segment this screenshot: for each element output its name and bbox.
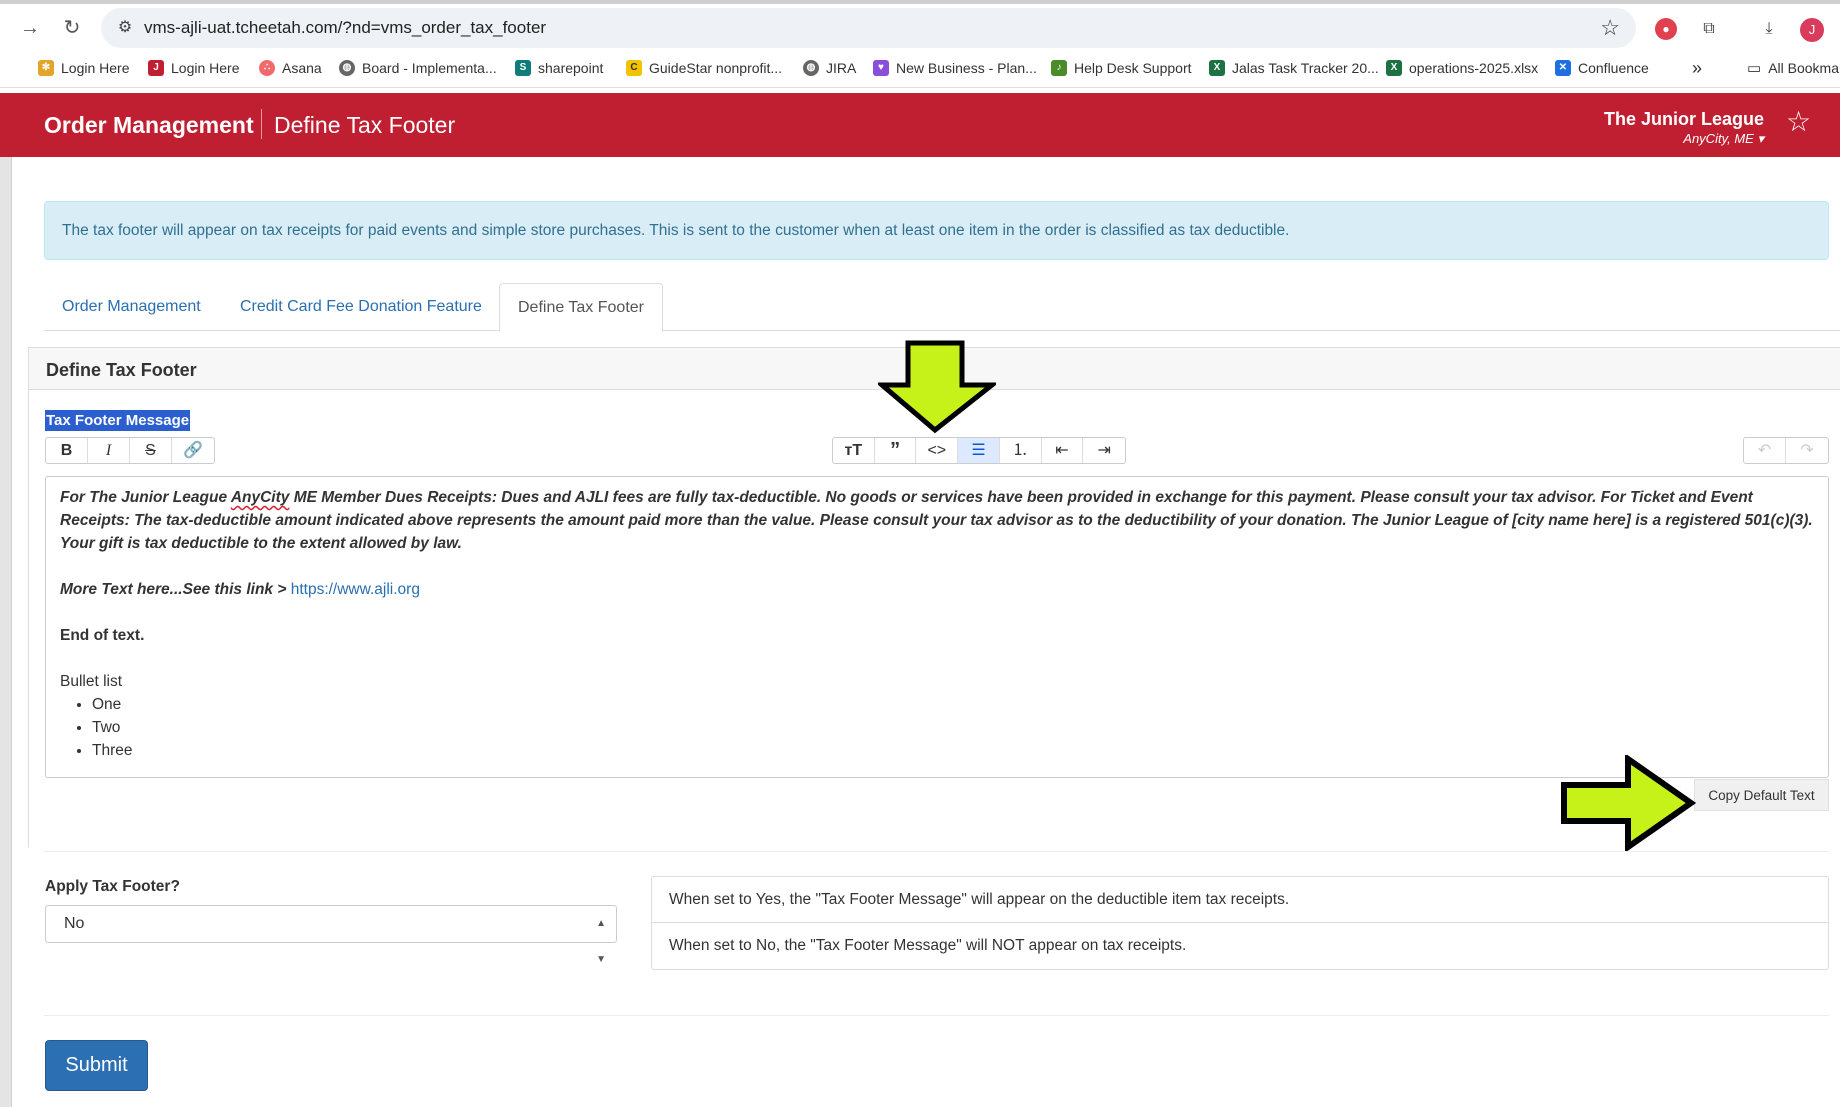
apply-help-list: When set to Yes, the "Tax Footer Message… bbox=[651, 876, 1829, 970]
app-header: Order Management Define Tax Footer The J… bbox=[0, 93, 1840, 157]
org-name[interactable]: The Junior League bbox=[1604, 109, 1764, 130]
bookmark-item[interactable]: ✻ Login Here bbox=[38, 58, 130, 78]
code-button[interactable]: <> bbox=[916, 438, 959, 463]
tab-bar: Order Management Credit Card Fee Donatio… bbox=[44, 283, 1840, 332]
link-button[interactable]: 🔗 bbox=[172, 438, 214, 463]
list-item: One bbox=[92, 693, 1814, 716]
bookmark-item[interactable]: ∴ Asana bbox=[259, 58, 322, 78]
section-divider bbox=[44, 851, 1829, 852]
app-title[interactable]: Order Management bbox=[44, 112, 254, 139]
list-item: Three bbox=[92, 739, 1814, 762]
misspelled-word: AnyCity bbox=[230, 489, 290, 506]
list-item: Two bbox=[92, 716, 1814, 739]
guidestar-icon: C bbox=[626, 60, 642, 76]
heart-icon: ♥ bbox=[873, 60, 889, 76]
tax-footer-message-label: Tax Footer Message bbox=[45, 410, 191, 431]
globe-icon: ◍ bbox=[339, 60, 355, 76]
bold-button[interactable]: B bbox=[46, 438, 88, 463]
helpdesk-icon: ♪ bbox=[1051, 60, 1067, 76]
bookmarks-bar: ✻ Login Here J Login Here ∴ Asana ◍ Board - … bbox=[0, 48, 1840, 88]
bookmark-item[interactable]: ♪ Help Desk Support bbox=[1051, 58, 1192, 78]
strikethrough-button[interactable]: S bbox=[130, 438, 172, 463]
help-yes-text: When set to Yes, the "Tax Footer Message… bbox=[652, 877, 1828, 923]
more-bookmarks-icon[interactable]: » bbox=[1692, 58, 1702, 78]
bookmark-item[interactable]: ◍ Board - Implementa... bbox=[339, 58, 497, 78]
page-title: Define Tax Footer bbox=[274, 112, 456, 138]
bookmark-item[interactable]: ♥ New Business - Plan... bbox=[873, 58, 1037, 78]
copy-default-text-button[interactable]: Copy Default Text bbox=[1694, 779, 1829, 811]
bookmark-star-icon[interactable]: ☆ bbox=[1600, 15, 1620, 41]
panel-title: Define Tax Footer bbox=[46, 360, 197, 380]
apply-tax-footer-select[interactable]: No ▲ ▼ bbox=[45, 905, 617, 965]
text-format-toolbar: B I S 🔗 bbox=[45, 437, 215, 464]
download-icon[interactable]: ⤓ bbox=[1758, 18, 1780, 40]
sharepoint-icon: S bbox=[515, 60, 531, 76]
extension-icon[interactable]: ● bbox=[1655, 18, 1677, 40]
editor-link[interactable]: https://www.ajli.org bbox=[291, 581, 420, 598]
submit-button[interactable]: Submit bbox=[45, 1040, 148, 1091]
reload-icon[interactable]: ↻ bbox=[60, 16, 84, 40]
bullet-list-button[interactable]: ☰ bbox=[958, 438, 1000, 463]
editor-list-title: Bullet list bbox=[60, 673, 123, 690]
caret-down-icon: ▾ bbox=[1757, 131, 1764, 146]
editor-paragraph: End of text. bbox=[60, 627, 145, 644]
bookmark-folder[interactable]: ▭All Bookmarks bbox=[1747, 58, 1840, 78]
tab-order-management[interactable]: Order Management bbox=[44, 283, 219, 331]
numbered-list-button[interactable]: ⒈ bbox=[1000, 438, 1042, 463]
bookmark-item[interactable]: J Login Here bbox=[148, 58, 240, 78]
left-sidebar-edge bbox=[0, 157, 12, 1107]
info-alert: The tax footer will appear on tax receip… bbox=[44, 201, 1829, 260]
redo-button[interactable]: ↷ bbox=[1786, 438, 1828, 463]
editor-paragraph: More Text here...See this link > https:/… bbox=[60, 581, 420, 598]
tax-footer-editor[interactable]: For The Junior League AnyCity ME Member … bbox=[45, 476, 1829, 778]
history-toolbar: ↶ ↷ bbox=[1743, 437, 1829, 464]
editor-bullet-list: One Two Three bbox=[60, 693, 1814, 762]
heading-button[interactable]: ᴛT bbox=[833, 438, 875, 463]
bookmark-item[interactable]: Xoperations-2025.xlsx bbox=[1386, 58, 1538, 78]
profile-avatar[interactable]: J bbox=[1800, 18, 1824, 42]
section-divider bbox=[44, 1015, 1829, 1016]
annotation-arrow-down-icon bbox=[878, 340, 996, 434]
italic-button[interactable]: I bbox=[88, 438, 130, 463]
bookmark-item[interactable]: ◍ JIRA bbox=[803, 58, 856, 78]
site-info-icon[interactable]: ⚙ bbox=[114, 17, 136, 39]
org-city-dropdown[interactable]: AnyCity, ME ▾ bbox=[1683, 131, 1764, 147]
help-no-text: When set to No, the "Tax Footer Message"… bbox=[669, 937, 1187, 954]
tab-define-tax-footer[interactable]: Define Tax Footer bbox=[499, 283, 663, 332]
extensions-puzzle-icon[interactable]: ⧉ bbox=[1698, 18, 1720, 40]
bookmark-item[interactable]: X Jalas Task Tracker 20... bbox=[1209, 58, 1379, 78]
bookmark-item[interactable]: C GuideStar nonprofit... bbox=[626, 58, 782, 78]
outdent-button[interactable]: ⇤ bbox=[1042, 438, 1084, 463]
asana-icon: ∴ bbox=[259, 60, 275, 76]
paw-icon: ✻ bbox=[38, 60, 54, 76]
quote-button[interactable]: ” bbox=[875, 438, 917, 463]
tab-credit-card-fee-donation[interactable]: Credit Card Fee Donation Feature bbox=[222, 283, 500, 331]
excel-icon: X bbox=[1209, 60, 1225, 76]
bookmark-item[interactable]: Ssharepoint bbox=[515, 58, 603, 78]
address-bar[interactable]: ⚙ vms-ajli-uat.tcheetah.com/?nd=vms_orde… bbox=[101, 8, 1636, 48]
bookmark-item[interactable]: ✕ Confluence bbox=[1555, 58, 1649, 78]
url-text[interactable]: vms-ajli-uat.tcheetah.com/?nd=vms_order_… bbox=[144, 18, 546, 38]
forward-icon[interactable]: → bbox=[18, 16, 42, 40]
annotation-arrow-right-icon bbox=[1561, 755, 1696, 851]
globe-icon: ◍ bbox=[803, 60, 819, 76]
favorite-star-icon[interactable]: ☆ bbox=[1786, 105, 1811, 138]
folder-icon: ▭ bbox=[1747, 60, 1762, 77]
browser-toolbar: → ↻ ⚙ vms-ajli-uat.tcheetah.com/?nd=vms_… bbox=[0, 4, 1840, 48]
editor-paragraph: For The Junior League AnyCity ME Member … bbox=[60, 489, 1813, 552]
jl-logo-icon: J bbox=[148, 60, 164, 76]
header-divider bbox=[261, 109, 262, 139]
confluence-icon: ✕ bbox=[1555, 60, 1571, 76]
block-format-toolbar: ᴛT ” <> ☰ ⒈ ⇤ ⇥ bbox=[832, 437, 1126, 464]
alert-text: The tax footer will appear on tax receip… bbox=[62, 222, 1290, 239]
indent-button[interactable]: ⇥ bbox=[1083, 438, 1125, 463]
apply-tax-footer-label: Apply Tax Footer? bbox=[45, 878, 180, 895]
undo-button[interactable]: ↶ bbox=[1744, 438, 1786, 463]
excel-icon: X bbox=[1386, 60, 1402, 76]
caret-down-icon: ▲ ▼ bbox=[596, 918, 606, 965]
